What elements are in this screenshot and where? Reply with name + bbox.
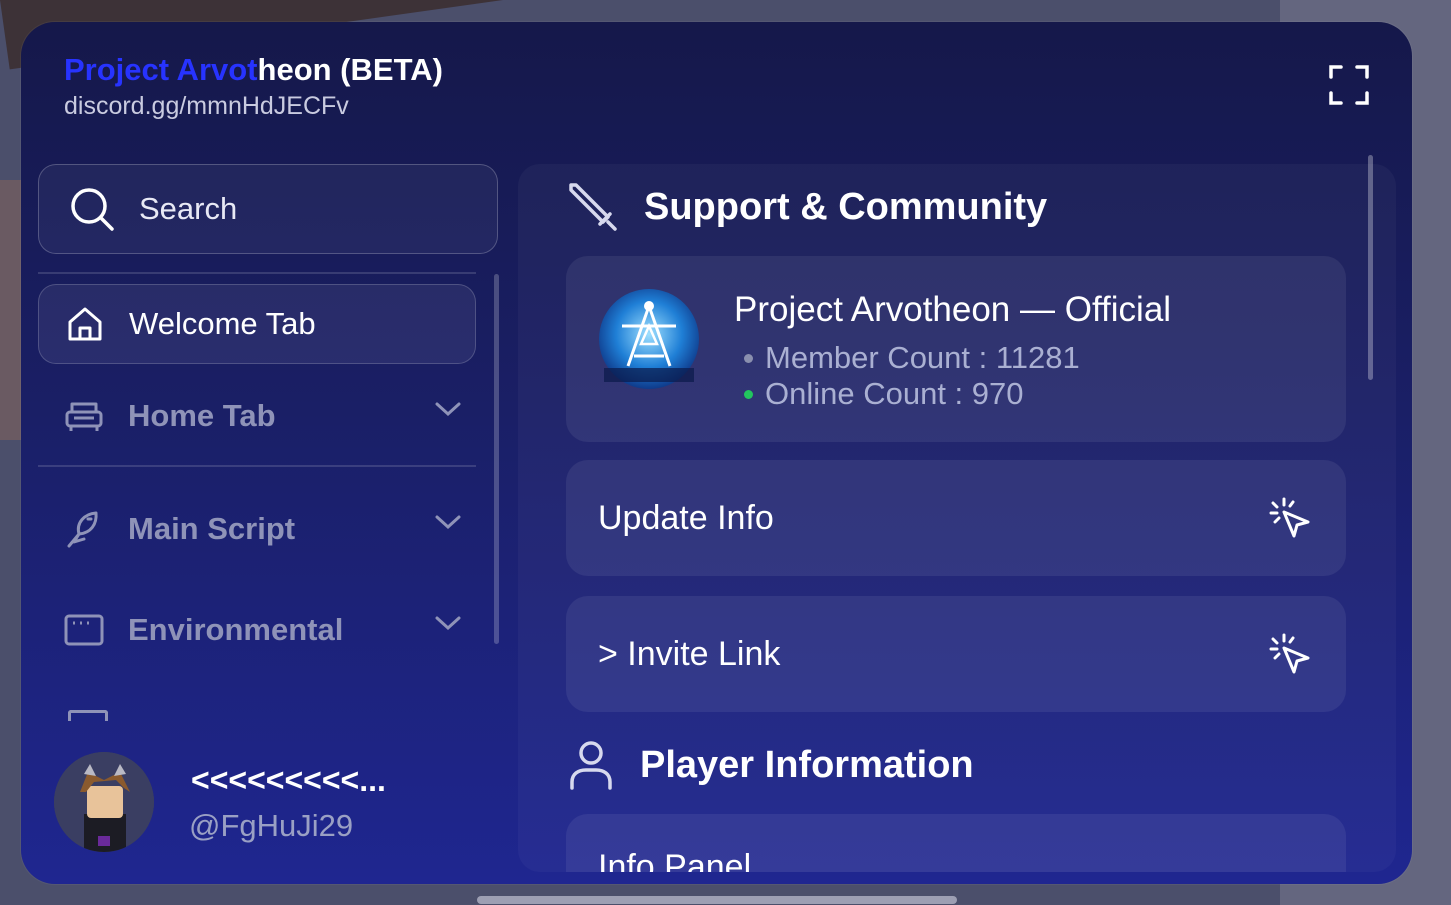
window-subtitle: discord.gg/mmnHdJECFv (64, 92, 349, 120)
title-accent: Project Arvot (64, 52, 258, 87)
section-title: Player Information (640, 743, 974, 786)
main-panel: Support & Community Project Arvotheon — … (518, 164, 1396, 872)
support-section-header: Support & Community (568, 182, 1047, 232)
user-icon (570, 741, 612, 790)
home-indicator[interactable] (477, 896, 957, 904)
chevron-down-icon (435, 616, 461, 631)
sidebar-item-label: Main Script (128, 511, 296, 546)
info-panel-label: Info Panel (598, 848, 752, 872)
sword-icon (569, 183, 617, 231)
online-count-text: Online Count : 970 (765, 376, 1024, 411)
info-panel-card[interactable]: Info Panel (566, 814, 1346, 872)
member-count-text: Member Count : 11281 (765, 340, 1080, 375)
sidebar-divider (38, 272, 476, 274)
search-input[interactable] (137, 190, 441, 228)
main-scrollbar[interactable] (1368, 155, 1373, 380)
sidebar-item-label: Environmental (128, 612, 344, 647)
fullscreen-icon[interactable] (1328, 64, 1370, 106)
sidebar-item-label: Home Tab (128, 398, 276, 433)
member-count: Member Count : 11281 (744, 340, 1080, 376)
chevron-down-icon (435, 515, 461, 530)
member-dot (744, 353, 753, 363)
partial-sidebar-icon (68, 710, 108, 721)
search-box[interactable] (38, 164, 498, 254)
sidebar-item-environmental[interactable]: Environmental (38, 590, 476, 670)
home-icon (68, 307, 102, 341)
sidebar-item-home-tab[interactable]: Home Tab (38, 376, 476, 456)
server-name: Project Arvotheon — Official (734, 290, 1172, 329)
user-display-name: <<<<<<<<<... (191, 762, 386, 798)
window-icon (64, 614, 104, 646)
search-icon (71, 188, 114, 231)
title-rest: heon (BETA) (257, 52, 443, 87)
player-section-header: Player Information (568, 740, 974, 790)
invite-link-button[interactable]: > Invite Link (566, 596, 1346, 712)
discord-server-card: Project Arvotheon — Official Member Coun… (566, 256, 1346, 442)
button-label: Update Info (598, 498, 774, 537)
avatar (54, 752, 154, 852)
sidebar-divider (38, 465, 476, 467)
sidebar-item-label: Welcome Tab (129, 306, 316, 341)
pointer-click-icon (1269, 633, 1310, 674)
update-info-button[interactable]: Update Info (566, 460, 1346, 576)
button-label: > Invite Link (598, 634, 781, 673)
window-title: Project Arvotheon (BETA) (64, 52, 443, 88)
couch-icon (65, 402, 103, 431)
sidebar-scrollbar[interactable] (494, 274, 499, 644)
user-handle: @FgHuJi29 (189, 808, 354, 843)
pointer-click-icon (1269, 497, 1310, 538)
sidebar-item-main-script[interactable]: Main Script (38, 489, 476, 569)
script-window: Project Arvotheon (BETA) discord.gg/mmnH… (21, 22, 1412, 884)
online-count: Online Count : 970 (744, 376, 1024, 412)
sidebar-item-welcome-tab[interactable]: Welcome Tab (38, 284, 476, 364)
server-logo (599, 289, 699, 389)
bird-icon (67, 511, 98, 548)
window-header: Project Arvotheon (BETA) discord.gg/mmnH… (64, 52, 443, 121)
chevron-down-icon (435, 402, 461, 417)
section-title: Support & Community (644, 185, 1048, 228)
online-dot (744, 389, 753, 399)
